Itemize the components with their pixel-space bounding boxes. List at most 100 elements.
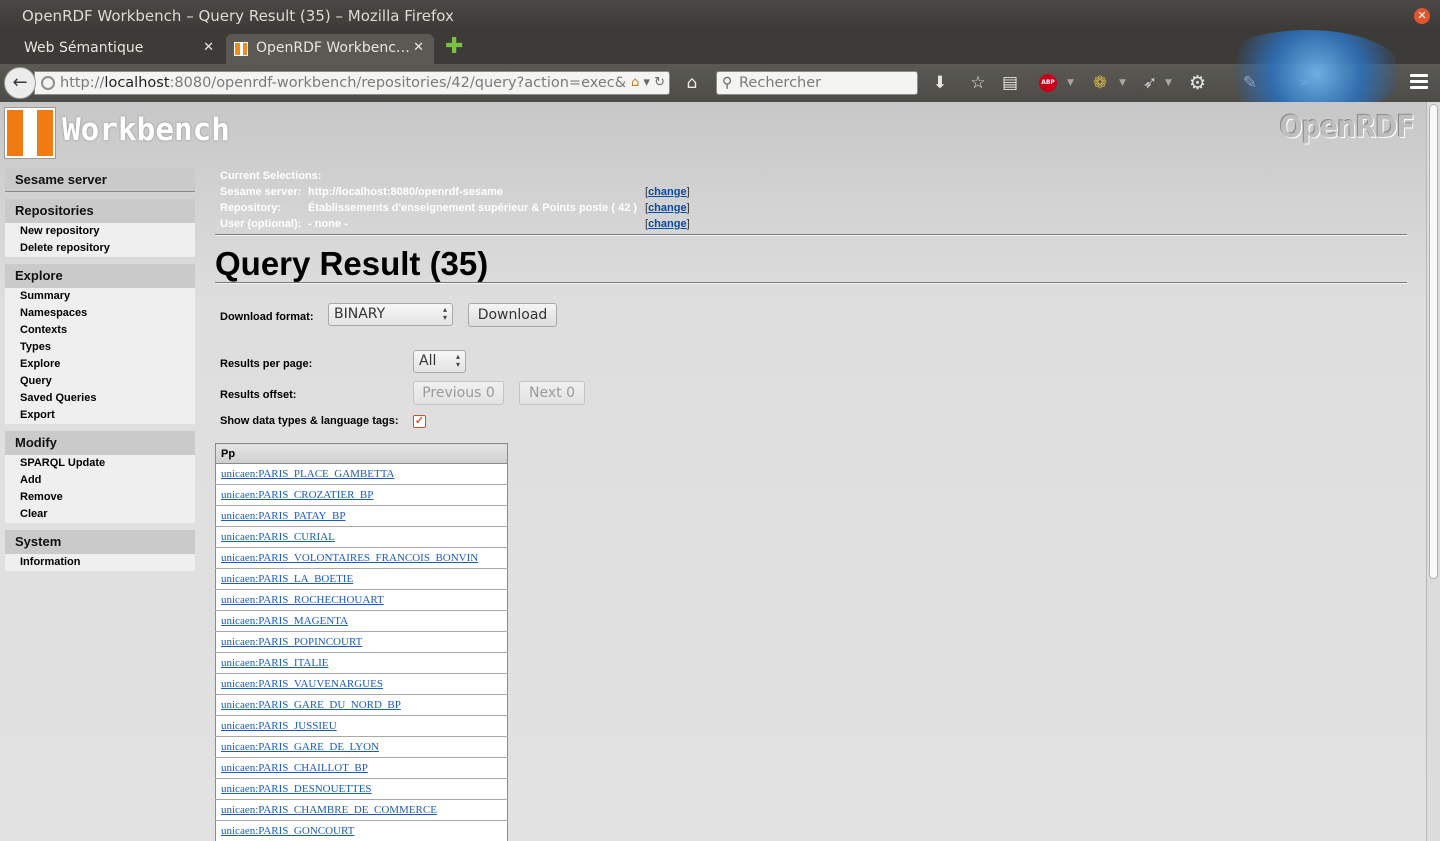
sidebar-item-types[interactable]: Types [5, 339, 195, 356]
sidebar-heading: System [5, 530, 195, 554]
table-cell: unicaen:PARIS_PLACE_GAMBETTA [215, 463, 508, 485]
result-link[interactable]: unicaen:PARIS_CROZATIER_BP [221, 489, 373, 501]
change-server-link[interactable]: change [648, 186, 687, 198]
chevron-down-icon[interactable]: ▼ [1165, 78, 1172, 88]
tab-openrdf-workbench[interactable]: OpenRDF Workbenc… ✕ [226, 34, 434, 64]
dropdown-icon[interactable]: ▾ [643, 75, 650, 90]
tab-close-icon[interactable]: ✕ [203, 34, 214, 62]
table-cell: unicaen:PARIS_JUSSIEU [215, 715, 508, 737]
result-link[interactable]: unicaen:PARIS_LA_BOETIE [221, 573, 353, 585]
chevron-down-icon[interactable]: ▼ [1119, 78, 1126, 88]
back-button[interactable]: ← [4, 67, 36, 99]
change-user-link[interactable]: change [648, 218, 687, 230]
table-row: unicaen:PARIS_VOLONTAIRES_FRANCOIS_BONVI… [215, 547, 508, 569]
repository-value: Établissements d'enseignement supérieur … [308, 202, 638, 214]
result-link[interactable]: unicaen:PARIS_VOLONTAIRES_FRANCOIS_BONVI… [221, 552, 478, 564]
sidebar-item-summary[interactable]: Summary [5, 288, 195, 305]
previous-button[interactable]: Previous 0 [413, 381, 504, 405]
sidebar-item-sparql-update[interactable]: SPARQL Update [5, 455, 195, 472]
search-bar[interactable]: ⚲ Rechercher [716, 71, 918, 95]
download-button[interactable]: Download [468, 303, 557, 327]
sidebar-group-server: Sesame server [5, 168, 195, 192]
result-link[interactable]: unicaen:PARIS_PLACE_GAMBETTA [221, 468, 395, 480]
bookmarks-list-icon[interactable]: ▤ [1000, 73, 1020, 93]
tab-web-semantique[interactable]: Web Sémantique ✕ [0, 34, 224, 64]
downloads-icon[interactable]: ⬇ [930, 73, 950, 93]
result-link[interactable]: unicaen:PARIS_CURIAL [221, 531, 335, 543]
table-cell: unicaen:PARIS_CHAMBRE_DE_COMMERCE [215, 799, 508, 821]
datatypes-row: Show data types & language tags: ✓ [215, 410, 1407, 436]
sidebar-item-export[interactable]: Export [5, 407, 195, 424]
result-link[interactable]: unicaen:PARIS_MAGENTA [221, 615, 348, 627]
result-link[interactable]: unicaen:PARIS_GONCOURT [221, 825, 354, 837]
table-cell: unicaen:PARIS_GONCOURT [215, 820, 508, 841]
result-link[interactable]: unicaen:PARIS_CHAMBRE_DE_COMMERCE [221, 804, 437, 816]
table-row: unicaen:PARIS_GARE_DU_NORD_BP [215, 694, 508, 716]
table-row: unicaen:PARIS_MAGENTA [215, 610, 508, 632]
reload-icon[interactable]: ↻ [654, 75, 665, 90]
sidebar-group-repositories: Repositories New repository Delete repos… [5, 199, 195, 257]
sidebar-item-namespaces[interactable]: Namespaces [5, 305, 195, 322]
sidebar-item-add[interactable]: Add [5, 472, 195, 489]
extension-icon[interactable]: ❁ [1090, 73, 1110, 93]
datatypes-label: Show data types & language tags: [220, 415, 399, 427]
table-row: unicaen:PARIS_DESNOUETTES [215, 778, 508, 800]
extension-eye-icon[interactable]: ➶ [1140, 73, 1160, 93]
result-link[interactable]: unicaen:PARIS_DESNOUETTES [221, 783, 372, 795]
gear-icon[interactable]: ⚙ [1189, 72, 1206, 94]
firefox-theme-logo [1212, 30, 1402, 110]
hamburger-menu-icon[interactable] [1410, 74, 1428, 92]
home-page-icon[interactable]: ⌂ [631, 75, 639, 90]
sidebar-item-delete-repository[interactable]: Delete repository [5, 240, 195, 257]
table-row: unicaen:PARIS_PATAY_BP [215, 505, 508, 527]
per-page-row: Results per page: All ▴ ▾ [215, 348, 1407, 379]
sidebar-heading: Explore [5, 264, 195, 288]
adblock-icon[interactable]: ABP [1039, 74, 1057, 92]
sidebar-item-saved-queries[interactable]: Saved Queries [5, 390, 195, 407]
openrdf-logo [4, 107, 56, 159]
window-close-button[interactable]: ✕ [1414, 8, 1430, 24]
vertical-scrollbar[interactable] [1426, 102, 1440, 841]
table-cell: unicaen:PARIS_CROZATIER_BP [215, 484, 508, 506]
table-row: unicaen:PARIS_CHAMBRE_DE_COMMERCE [215, 799, 508, 821]
scrollbar-thumb[interactable] [1429, 104, 1438, 579]
openrdf-brand: OpenRDF [1279, 110, 1415, 145]
sidebar-heading: Repositories [5, 199, 195, 223]
result-link[interactable]: unicaen:PARIS_JUSSIEU [221, 720, 337, 732]
tab-close-icon[interactable]: ✕ [413, 34, 424, 62]
download-format-select[interactable]: BINARY ▴ ▾ [328, 303, 453, 326]
bookmark-star-icon[interactable]: ☆ [968, 73, 988, 93]
home-icon[interactable]: ⌂ [682, 73, 702, 93]
sidebar-item-remove[interactable]: Remove [5, 489, 195, 506]
change-repository-link[interactable]: change [648, 202, 687, 214]
result-link[interactable]: unicaen:PARIS_ITALIE [221, 657, 328, 669]
sidebar-item-explore[interactable]: Explore [5, 356, 195, 373]
sidebar-item-contexts[interactable]: Contexts [5, 322, 195, 339]
result-link[interactable]: unicaen:PARIS_GARE_DU_NORD_BP [221, 699, 401, 711]
column-header-pp[interactable]: Pp [215, 443, 508, 464]
result-link[interactable]: unicaen:PARIS_VAUVENARGUES [221, 678, 383, 690]
sidebar-item-information[interactable]: Information [5, 554, 195, 571]
table-row: unicaen:PARIS_GONCOURT [215, 820, 508, 841]
table-cell: unicaen:PARIS_CHAILLOT_BP [215, 757, 508, 779]
result-link[interactable]: unicaen:PARIS_POPINCOURT [221, 636, 362, 648]
result-link[interactable]: unicaen:PARIS_GARE_DE_LYON [221, 741, 379, 753]
table-row: unicaen:PARIS_ROCHECHOUART [215, 589, 508, 611]
sidebar-item-query[interactable]: Query [5, 373, 195, 390]
table-row: unicaen:PARIS_VAUVENARGUES [215, 673, 508, 695]
result-link[interactable]: unicaen:PARIS_PATAY_BP [221, 510, 345, 522]
sidebar-item-new-repository[interactable]: New repository [5, 223, 195, 240]
download-format-value: BINARY [334, 306, 386, 322]
result-link[interactable]: unicaen:PARIS_ROCHECHOUART [221, 594, 384, 606]
next-button[interactable]: Next 0 [519, 381, 585, 405]
workbench-wordmark: Workbench [62, 112, 230, 148]
sidebar-item-clear[interactable]: Clear [5, 506, 195, 523]
datatypes-checkbox[interactable]: ✓ [413, 415, 426, 428]
url-bar[interactable]: http://localhost:8080/openrdf-workbench/… [34, 71, 670, 95]
table-row: unicaen:PARIS_GARE_DE_LYON [215, 736, 508, 758]
chevron-down-icon[interactable]: ▼ [1067, 78, 1074, 88]
sidebar-item-sesame-server[interactable]: Sesame server [5, 168, 195, 192]
results-per-page-select[interactable]: All ▴ ▾ [413, 350, 466, 373]
result-link[interactable]: unicaen:PARIS_CHAILLOT_BP [221, 762, 368, 774]
new-tab-icon[interactable]: ✚ [445, 36, 463, 58]
